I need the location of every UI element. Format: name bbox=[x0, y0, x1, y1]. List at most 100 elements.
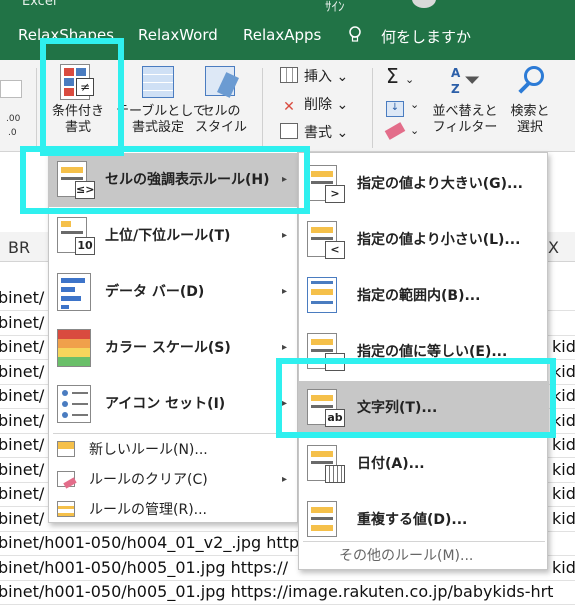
lightbulb-icon bbox=[348, 26, 362, 48]
magnifier-icon bbox=[512, 64, 548, 102]
menu-item-label: 指定の値より大きい(G)... bbox=[357, 176, 523, 192]
submenu-arrow-icon: ▸ bbox=[281, 230, 287, 241]
top-bottom-icon: 10 bbox=[57, 217, 95, 255]
menu-item-label: 日付(A)... bbox=[357, 456, 425, 472]
greater-than-icon: > bbox=[307, 165, 345, 203]
insert-label: 挿入 bbox=[304, 69, 332, 85]
window-title: ｻｲﾝ bbox=[325, 0, 345, 15]
format-as-table-label: テーブルとして 書式設定 bbox=[116, 104, 206, 135]
find-select-button[interactable]: 検索と 選択 bbox=[502, 64, 558, 136]
menu-clear-rules[interactable]: ルールのクリア(C) ▸ bbox=[49, 465, 299, 495]
format-as-table-button[interactable]: テーブルとして 書式設定 bbox=[116, 64, 206, 136]
insert-button[interactable]: 挿入 ⌄ bbox=[280, 66, 348, 86]
insert-icon bbox=[280, 67, 298, 83]
format-label: 書式 bbox=[304, 125, 332, 141]
color-scales-icon bbox=[57, 329, 91, 367]
icon-sets-icon bbox=[57, 385, 91, 423]
cell-value[interactable]: binet/ bbox=[0, 484, 44, 503]
menu-item-label: アイコン セット(I) bbox=[105, 396, 226, 412]
cell-value[interactable]: binet/ bbox=[0, 337, 44, 356]
manage-rules-icon bbox=[57, 501, 75, 517]
sort-filter-button[interactable]: AZ ⏷ 並べ替えと フィルター bbox=[430, 64, 500, 136]
data-bars-icon bbox=[57, 273, 91, 311]
fill-button[interactable]: ↓ ⌄ bbox=[386, 96, 419, 117]
menu-item-label: 新しいルール(N)... bbox=[89, 442, 208, 458]
app-title: Excel bbox=[22, 0, 57, 9]
sort-filter-label: 並べ替えと フィルター bbox=[432, 104, 498, 135]
duplicate-values-icon bbox=[307, 501, 345, 539]
table-row[interactable]: binet/h001-050/h005_01.jpg https://image… bbox=[0, 580, 575, 605]
cell-value[interactable]: binet/h001-050/h005_01.jpg https://image… bbox=[0, 582, 553, 601]
cell-value[interactable]: kids bbox=[552, 337, 575, 356]
submenu-arrow-icon: ▸ bbox=[281, 474, 287, 485]
cell-value[interactable]: binet/ bbox=[0, 313, 44, 332]
menu-item-label: 指定の範囲内(B)... bbox=[357, 288, 481, 304]
clear-button[interactable]: ⌄ bbox=[384, 122, 419, 140]
menu-item-label: データ バー(D) bbox=[105, 284, 205, 300]
decimal-decrease-button[interactable]: .0 bbox=[8, 128, 17, 138]
delete-icon: ✕ bbox=[283, 99, 295, 115]
cell-value[interactable]: kids bbox=[552, 460, 575, 479]
column-x-header[interactable]: X bbox=[548, 238, 559, 257]
menu-more-rules[interactable]: その他のルール(M)... bbox=[299, 543, 549, 569]
clear-rules-icon bbox=[57, 471, 77, 489]
cell-value[interactable]: binet/ bbox=[0, 288, 44, 307]
number-format-dropdown[interactable] bbox=[0, 80, 22, 98]
cell-value[interactable]: binet/h001-050/h004_01_v2_.jpg https:// bbox=[0, 533, 324, 552]
menu-item-label: 上位/下位ルール(T) bbox=[105, 228, 231, 244]
between-icon bbox=[307, 277, 345, 315]
menu-greater-than[interactable]: > 指定の値より大きい(G)... bbox=[299, 157, 549, 211]
cell-value[interactable]: binet/ bbox=[0, 509, 44, 528]
delete-label: 削除 bbox=[304, 97, 332, 113]
annotation-box-highlight-rules bbox=[20, 146, 310, 214]
cell-styles-button[interactable]: セルの スタイル bbox=[190, 64, 252, 136]
menu-between[interactable]: 指定の範囲内(B)... bbox=[299, 269, 549, 323]
cell-styles-label: セルの スタイル bbox=[194, 104, 247, 135]
menu-item-label: ルールのクリア(C) bbox=[89, 472, 208, 488]
menu-less-than[interactable]: < 指定の値より小さい(L)... bbox=[299, 213, 549, 267]
menu-color-scales[interactable]: カラー スケール(S) ▸ bbox=[49, 321, 299, 375]
table-icon bbox=[140, 64, 176, 102]
cell-value[interactable]: binet/ bbox=[0, 460, 44, 479]
format-icon bbox=[280, 123, 298, 139]
cell-value[interactable]: kids bbox=[552, 558, 575, 577]
find-select-label: 検索と 選択 bbox=[510, 104, 550, 135]
cell-value[interactable]: binet/ bbox=[0, 435, 44, 454]
menu-item-label: 指定の値より小さい(L)... bbox=[357, 232, 521, 248]
menu-date-occurring[interactable]: 日付(A)... bbox=[299, 437, 549, 491]
menu-duplicate-values[interactable]: 重複する値(D)... bbox=[299, 493, 549, 547]
cell-value[interactable]: binet/ bbox=[0, 386, 44, 405]
column-br-header[interactable]: BR bbox=[8, 238, 30, 257]
autosum-button[interactable]: Σ ⌄ bbox=[386, 64, 414, 88]
format-button[interactable]: 書式 ⌄ bbox=[280, 122, 348, 142]
tell-me-search[interactable]: 何をしますか bbox=[381, 26, 471, 47]
cell-value[interactable]: kids bbox=[552, 509, 575, 528]
menu-data-bars[interactable]: データ バー(D) ▸ bbox=[49, 265, 299, 319]
cell-value[interactable]: binet/h001-050/h005_01.jpg https:// bbox=[0, 558, 288, 577]
eraser-icon bbox=[384, 122, 406, 140]
delete-button[interactable]: ✕ 削除 ⌄ bbox=[280, 94, 348, 115]
cell-styles-icon bbox=[203, 64, 239, 102]
new-rule-icon bbox=[57, 441, 75, 457]
cell-value[interactable]: binet/ bbox=[0, 362, 44, 381]
submenu-arrow-icon: ▸ bbox=[281, 286, 287, 297]
less-than-icon: < bbox=[307, 221, 345, 259]
menu-new-rule[interactable]: 新しいルール(N)... bbox=[49, 435, 299, 465]
cell-value[interactable]: binet/ bbox=[0, 411, 44, 430]
menu-item-label: 重複する値(D)... bbox=[357, 512, 468, 528]
menu-item-label: ルールの管理(R)... bbox=[89, 502, 208, 518]
sort-filter-icon: AZ ⏷ bbox=[451, 66, 480, 96]
sigma-icon: Σ bbox=[386, 64, 399, 88]
menu-top-bottom-rules[interactable]: 10 上位/下位ルール(T) ▸ bbox=[49, 209, 299, 263]
avatar[interactable] bbox=[412, 0, 436, 8]
menu-item-label: その他のルール(M)... bbox=[339, 548, 474, 564]
annotation-box-text-contains bbox=[276, 358, 556, 438]
calendar-icon bbox=[307, 445, 345, 483]
tab-relaxword[interactable]: RelaxWord bbox=[138, 26, 218, 44]
decimal-increase-button[interactable]: .00 bbox=[6, 114, 20, 124]
cell-value[interactable]: kids bbox=[552, 484, 575, 503]
annotation-box-conditional-format bbox=[40, 38, 124, 156]
menu-icon-sets[interactable]: アイコン セット(I) ▸ bbox=[49, 377, 299, 431]
tab-relaxapps[interactable]: RelaxApps bbox=[243, 26, 321, 44]
menu-manage-rules[interactable]: ルールの管理(R)... bbox=[49, 495, 299, 525]
